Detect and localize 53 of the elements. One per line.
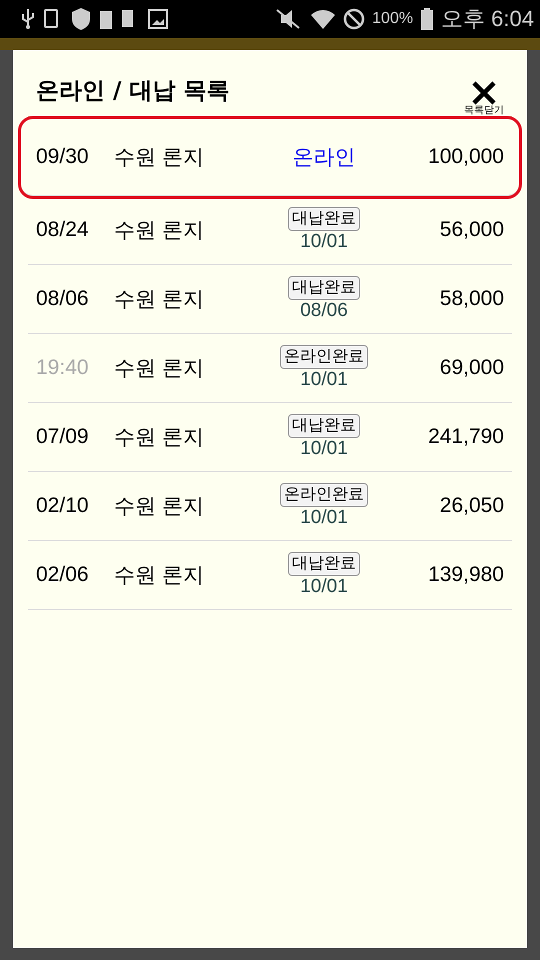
status-button[interactable]: 대납완료 <box>288 552 360 576</box>
row-name: 수원 론지 <box>114 356 205 382</box>
list-row[interactable]: 02/10 수원 론지 온라인완료 10/01 26,050 <box>28 472 512 541</box>
row-date: 02/10 <box>36 494 90 518</box>
row-amount: 56,000 <box>438 218 504 242</box>
row-date: 08/06 <box>36 287 90 311</box>
status-button[interactable]: 대납완료 <box>288 207 360 231</box>
wifi-icon <box>310 7 336 31</box>
status-date: 08/06 <box>300 300 348 322</box>
row-name: 수원 론지 <box>114 145 205 171</box>
list-row[interactable]: 08/24 수원 론지 대납완료 10/01 56,000 <box>28 196 512 265</box>
row-amount: 139,980 <box>427 563 504 587</box>
close-button[interactable]: 목록닫기 <box>464 80 504 116</box>
row-amount: 100,000 <box>427 145 504 169</box>
status-date: 10/01 <box>300 231 348 253</box>
row-date: 19:40 <box>36 356 90 380</box>
row-date: 09/30 <box>36 145 90 169</box>
battery-icon <box>420 7 434 31</box>
status-button[interactable]: 대납완료 <box>288 414 360 438</box>
status-button[interactable]: 온라인완료 <box>280 483 368 507</box>
row-name: 수원 론지 <box>114 563 205 589</box>
row-amount: 241,790 <box>427 425 504 449</box>
clock: 오후 6:04 <box>441 5 534 33</box>
row-amount: 69,000 <box>438 356 504 380</box>
status-text: 온라인 <box>292 145 356 171</box>
row-name: 수원 론지 <box>114 218 205 244</box>
row-name: 수원 론지 <box>114 425 205 451</box>
row-amount: 58,000 <box>438 287 504 311</box>
battery-icon <box>99 8 113 30</box>
row-date: 02/06 <box>36 563 90 587</box>
row-date: 07/09 <box>36 425 90 449</box>
list-row[interactable]: 19:40 수원 론지 온라인완료 10/01 69,000 <box>28 334 512 403</box>
status-date: 10/01 <box>300 507 348 529</box>
status-button[interactable]: 온라인완료 <box>280 345 368 369</box>
usb-icon <box>20 8 36 30</box>
row-name: 수원 론지 <box>114 494 205 520</box>
status-date: 10/01 <box>300 369 348 391</box>
block-icon <box>343 8 366 30</box>
row-name: 수원 론지 <box>114 287 205 313</box>
battery-level: 100% <box>372 10 414 28</box>
row-amount: 26,050 <box>438 494 504 518</box>
list-row[interactable]: 02/06 수원 론지 대납완료 10/01 139,980 <box>28 541 512 610</box>
list-row[interactable]: 09/30 수원 론지 온라인 100,000 <box>21 119 519 196</box>
list-row[interactable]: 07/09 수원 론지 대납완료 10/01 241,790 <box>28 403 512 472</box>
status-date: 10/01 <box>300 576 348 598</box>
dialog-title: 온라인 / 대납 목록 <box>36 77 230 106</box>
status-button[interactable]: 대납완료 <box>288 276 360 300</box>
close-icon <box>471 80 497 106</box>
status-date: 10/01 <box>300 438 348 460</box>
list-row[interactable]: 08/06 수원 론지 대납완료 08/06 58,000 <box>28 265 512 334</box>
image-icon <box>147 8 169 30</box>
row-date: 08/24 <box>36 218 90 242</box>
shield-icon <box>70 7 92 31</box>
